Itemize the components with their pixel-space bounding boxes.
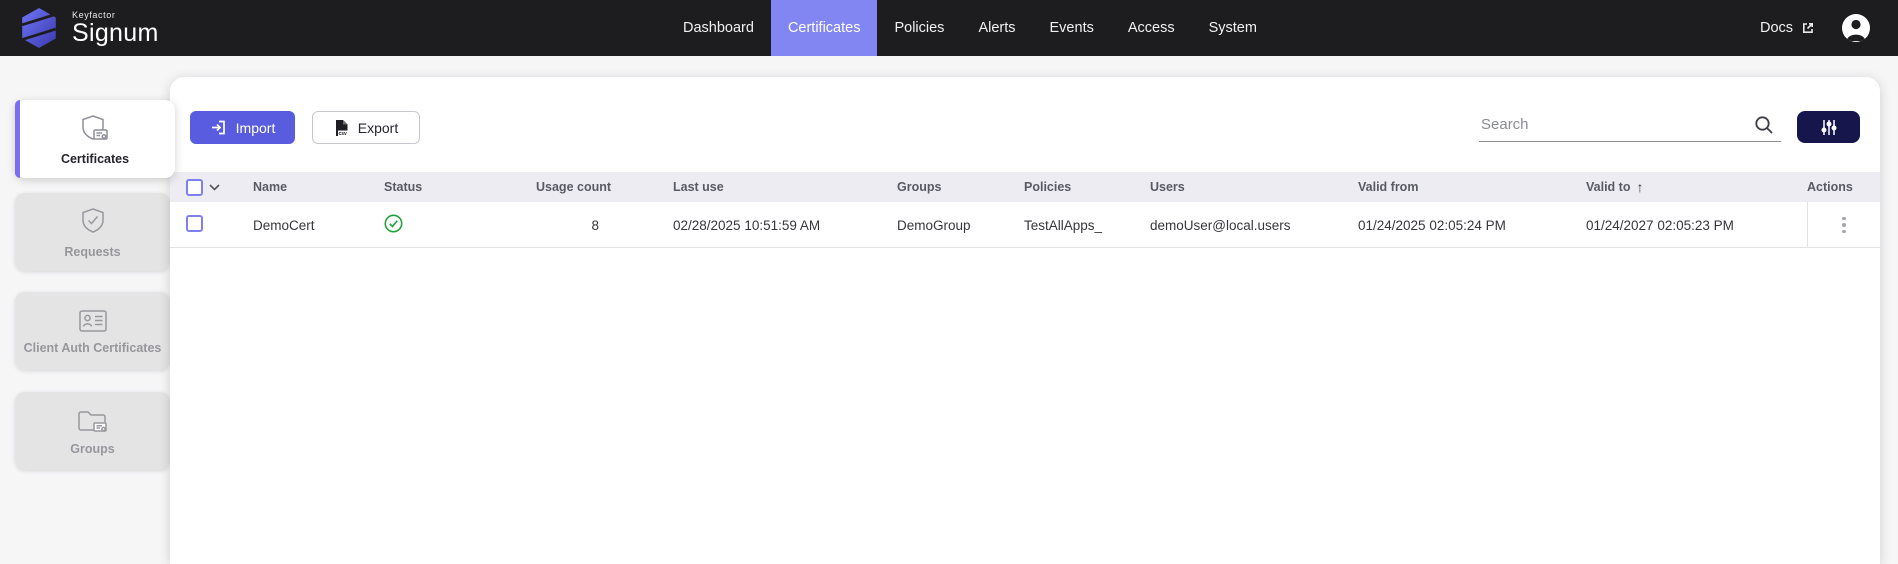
nav-item-dashboard[interactable]: Dashboard [666, 0, 771, 56]
column-header-groups[interactable]: Groups [897, 180, 1024, 194]
folder-certificate-icon [76, 407, 110, 435]
nav-item-events[interactable]: Events [1033, 0, 1111, 56]
export-label: Export [358, 120, 398, 136]
column-header-valid-to[interactable]: Valid to ↑ [1586, 179, 1807, 195]
sort-ascending-icon[interactable]: ↑ [1636, 179, 1643, 195]
nav-item-system[interactable]: System [1192, 0, 1274, 56]
certificates-panel: Import csv Export [170, 77, 1880, 564]
sidebar-item-label: Certificates [57, 152, 133, 166]
file-csv-icon: csv [334, 119, 349, 137]
chevron-down-icon[interactable] [209, 184, 220, 191]
import-button[interactable]: Import [190, 111, 295, 144]
search-field [1479, 113, 1781, 143]
external-link-icon [1801, 21, 1815, 35]
cell-usage-count: 8 [536, 218, 673, 233]
shield-certificate-icon [79, 113, 111, 145]
column-header-actions: Actions [1807, 180, 1880, 194]
cell-users: demoUser@local.users [1150, 218, 1358, 233]
export-button[interactable]: csv Export [312, 111, 420, 144]
select-all-checkbox[interactable] [186, 179, 203, 196]
table-header-row: Name Status Usage count Last use Groups … [170, 172, 1880, 202]
keyfactor-logo-icon [20, 7, 58, 49]
nav-item-policies[interactable]: Policies [877, 0, 961, 56]
cell-status [384, 214, 536, 236]
cell-groups: DemoGroup [897, 218, 1024, 233]
nav-item-alerts[interactable]: Alerts [961, 0, 1032, 56]
svg-text:csv: csv [338, 131, 347, 137]
search-input[interactable] [1479, 113, 1781, 142]
cell-last-use: 02/28/2025 10:51:59 AM [673, 218, 897, 233]
main-nav: Dashboard Certificates Policies Alerts E… [666, 0, 1274, 56]
brand-signum-label: Signum [72, 21, 159, 46]
docs-link[interactable]: Docs [1760, 0, 1815, 56]
shield-check-icon [77, 206, 109, 238]
column-header-name[interactable]: Name [253, 180, 384, 194]
sidebar-item-requests[interactable]: Requests [15, 193, 170, 271]
row-actions-kebab-menu[interactable] [1834, 212, 1854, 239]
row-checkbox[interactable] [186, 215, 203, 232]
column-header-status[interactable]: Status [384, 180, 536, 194]
id-card-icon [77, 308, 109, 334]
sidebar-item-label: Requests [60, 245, 124, 259]
user-avatar[interactable] [1841, 13, 1871, 43]
brand-logo[interactable]: Keyfactor Signum [20, 7, 159, 49]
docs-label: Docs [1760, 20, 1793, 36]
search-icon[interactable] [1753, 114, 1775, 136]
cell-name: DemoCert [253, 218, 384, 233]
cell-policies: TestAllApps_ [1024, 218, 1150, 233]
top-navbar: Keyfactor Signum Dashboard Certificates … [0, 0, 1898, 56]
sidebar-item-label: Client Auth Certificates [20, 341, 166, 355]
column-header-valid-from[interactable]: Valid from [1358, 180, 1586, 194]
cell-valid-to: 01/24/2027 02:05:23 PM [1586, 218, 1807, 233]
select-all-cell [186, 179, 253, 196]
nav-item-access[interactable]: Access [1111, 0, 1192, 56]
sidebar-item-client-auth-certificates[interactable]: Client Auth Certificates [15, 292, 170, 370]
import-icon [210, 119, 227, 136]
column-header-policies[interactable]: Policies [1024, 180, 1150, 194]
cell-actions [1807, 202, 1880, 248]
sidebar-item-certificates[interactable]: Certificates [15, 100, 175, 178]
table-row[interactable]: DemoCert 8 02/28/2025 10:51:59 AM DemoGr… [170, 202, 1880, 248]
import-label: Import [236, 120, 276, 136]
filter-sliders-icon [1820, 119, 1838, 136]
column-header-users[interactable]: Users [1150, 180, 1358, 194]
column-header-usage-count[interactable]: Usage count [536, 180, 673, 194]
status-valid-icon [384, 214, 403, 233]
sidebar-item-label: Groups [66, 442, 118, 456]
valid-to-label: Valid to [1586, 180, 1630, 194]
sidebar-item-groups[interactable]: Groups [15, 392, 170, 470]
cell-valid-from: 01/24/2025 02:05:24 PM [1358, 218, 1586, 233]
column-header-last-use[interactable]: Last use [673, 180, 897, 194]
nav-item-certificates[interactable]: Certificates [771, 0, 878, 56]
filter-button[interactable] [1797, 111, 1860, 143]
row-select-cell [186, 215, 253, 235]
